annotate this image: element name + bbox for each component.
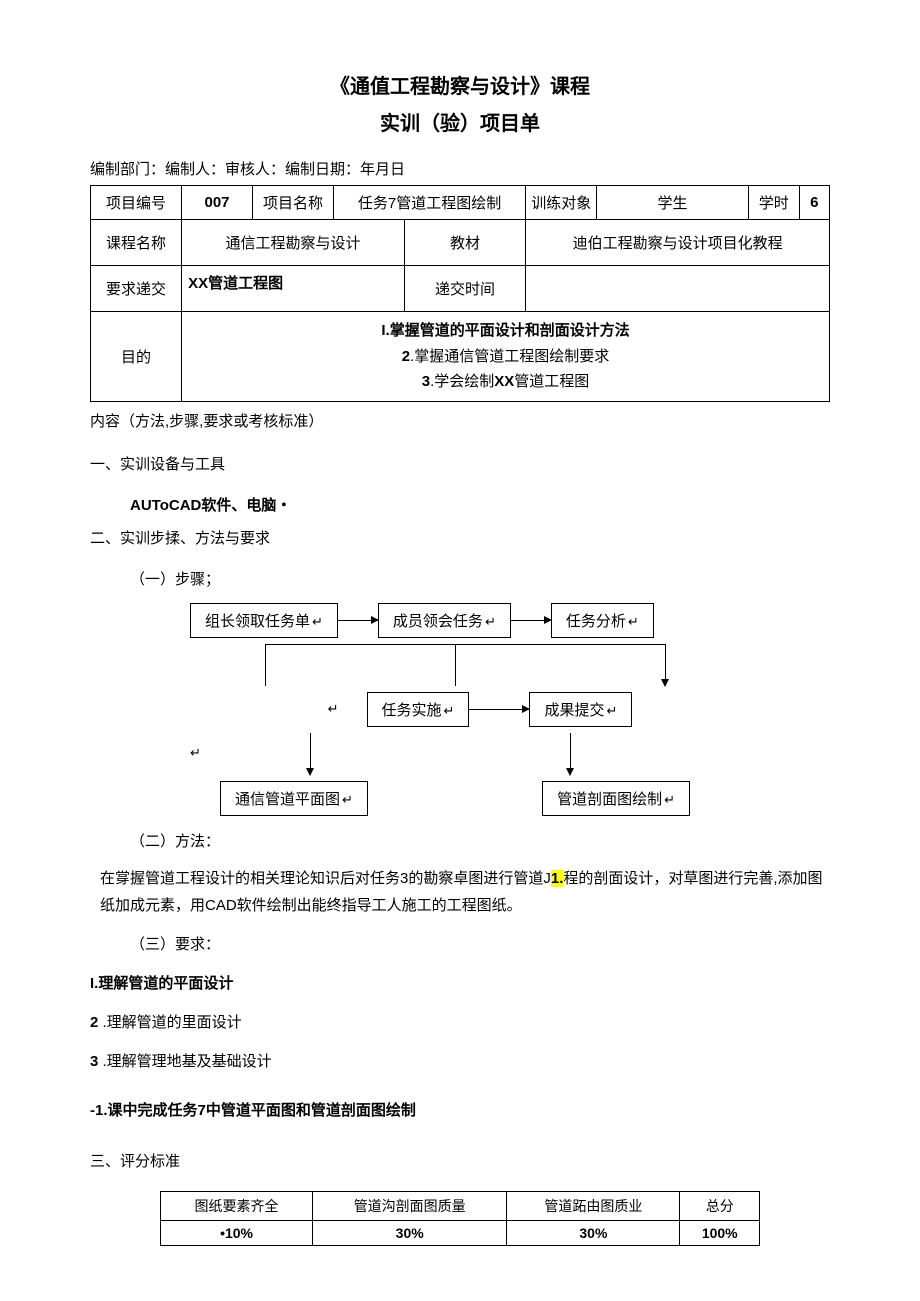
- cell-label: 项目名称: [252, 186, 333, 220]
- score-value: •10%: [161, 1220, 313, 1245]
- return-icon: ↵: [664, 792, 675, 807]
- flow-diagram: 组长领取任务单↵ 成员领会任务↵ 任务分析↵ ↵ 任务实施↵ 成果提交↵ ↵ 通…: [190, 603, 730, 816]
- cell-value: 6: [799, 186, 829, 220]
- highlight-text: 1.: [551, 870, 564, 887]
- cell-value: 任务7管道工程图绘制: [333, 186, 525, 220]
- flow-box: 管道剖面图绘制↵: [542, 781, 690, 816]
- doc-subtitle: 实训（验）项目单: [90, 107, 830, 136]
- cell-label: 教材: [404, 220, 525, 266]
- score-table: 图纸要素齐全 管道沟剖面图质量 管道跖由图质业 总分 •10% 30% 30% …: [160, 1191, 760, 1246]
- flow-box: 成员领会任务↵: [378, 603, 511, 638]
- method-paragraph: 在牚握管道工程设计的相关理论知识后对任务3的勘察卓图进行管道J1.程的剖面设计，…: [100, 865, 830, 919]
- section-heading-1: 一、实训设备与工具: [90, 453, 830, 474]
- requirement-item: 2 .理解管道的里面设计: [90, 1011, 830, 1032]
- return-icon: ↵: [444, 703, 455, 718]
- score-value: 30%: [313, 1220, 507, 1245]
- cell-label: 要求递交: [91, 266, 182, 312]
- return-icon: ↵: [312, 614, 323, 629]
- table-row: 图纸要素齐全 管道沟剖面图质量 管道跖由图质业 总分: [161, 1191, 760, 1220]
- flow-box: 通信管道平面图↵: [220, 781, 368, 816]
- arrow-right-icon: [469, 709, 529, 710]
- cell-label: 项目编号: [91, 186, 182, 220]
- requirement-item: -1.课中完成任务7中管道平面图和管道剖面图绘制: [90, 1099, 830, 1120]
- table-row: 要求递交 XX管道工程图 递交时间: [91, 266, 830, 312]
- goal-line: 22.掌握通信管道工程图绘制要求.掌握通信管道工程图绘制要求: [186, 344, 825, 370]
- cell-value: 通信工程勘察与设计: [182, 220, 405, 266]
- cell-label: 递交时间: [404, 266, 525, 312]
- section-heading-3: 三、评分标准: [90, 1150, 830, 1171]
- arrow-right-icon: [338, 620, 378, 621]
- doc-title: 《通值工程勘察与设计》课程: [90, 70, 830, 99]
- flow-box: 成果提交↵: [529, 692, 632, 727]
- cell-goals: I.掌握管道的平面设计和剖面设计方法 22.掌握通信管道工程图绘制要求.掌握通信…: [182, 312, 830, 402]
- cell-value: 007: [182, 186, 253, 220]
- cell-label: 学时: [748, 186, 799, 220]
- section-heading-2: 二、实训步揉、方法与要求: [90, 527, 830, 548]
- flow-box: 组长领取任务单↵: [190, 603, 338, 638]
- subsection-requirements: （三）要求：: [90, 933, 830, 954]
- table-row: 目的 I.掌握管道的平面设计和剖面设计方法 22.掌握通信管道工程图绘制要求.掌…: [91, 312, 830, 402]
- score-value: 30%: [507, 1220, 680, 1245]
- table-row: 课程名称 通信工程勘察与设计 教材 迪伯工程勘察与设计项目化教程: [91, 220, 830, 266]
- subsection-method: （二）方法：: [90, 830, 830, 851]
- table-row: •10% 30% 30% 100%: [161, 1220, 760, 1245]
- content-label: 内容（方法,步骤,要求或考核标准）: [90, 410, 830, 431]
- score-header: 图纸要素齐全: [161, 1191, 313, 1220]
- section-1-body: AUToCAD软件、电脑・: [90, 494, 830, 515]
- cell-value: [526, 266, 830, 312]
- cell-value: 学生: [597, 186, 749, 220]
- score-header: 管道沟剖面图质量: [313, 1191, 507, 1220]
- arrow-right-icon: [511, 620, 551, 621]
- score-value: 100%: [680, 1220, 760, 1245]
- cell-value: 迪伯工程勘察与设计项目化教程: [526, 220, 830, 266]
- goal-line: I.掌握管道的平面设计和剖面设计方法: [186, 318, 825, 344]
- score-header: 管道跖由图质业: [507, 1191, 680, 1220]
- cell-label: 课程名称: [91, 220, 182, 266]
- meta-line: 编制部门：编制人：审核人：编制日期：年月日: [90, 158, 830, 179]
- return-icon: ↵: [342, 792, 353, 807]
- cell-label: 训练对象: [526, 186, 597, 220]
- return-icon: ↵: [606, 703, 617, 718]
- cell-label: 目的: [91, 312, 182, 402]
- return-icon: ↵: [485, 614, 496, 629]
- return-icon: ↵: [628, 614, 639, 629]
- requirement-item: 3 .理解管理地基及基础设计: [90, 1050, 830, 1071]
- cell-value: XX管道工程图: [182, 266, 405, 312]
- requirement-item: I.理解管道的平面设计: [90, 972, 830, 993]
- return-icon: ↵: [190, 745, 201, 761]
- return-icon: ↵: [328, 701, 339, 717]
- flow-box: 任务实施↵: [367, 692, 470, 727]
- table-row: 项目编号 007 项目名称 任务7管道工程图绘制 训练对象 学生 学时 6: [91, 186, 830, 220]
- subsection-steps: （一）步骤；: [90, 568, 830, 589]
- goal-line: 3.学会绘制XX管道工程图: [186, 369, 825, 395]
- score-header: 总分: [680, 1191, 760, 1220]
- flow-box: 任务分析↵: [551, 603, 654, 638]
- info-table: 项目编号 007 项目名称 任务7管道工程图绘制 训练对象 学生 学时 6 课程…: [90, 185, 830, 402]
